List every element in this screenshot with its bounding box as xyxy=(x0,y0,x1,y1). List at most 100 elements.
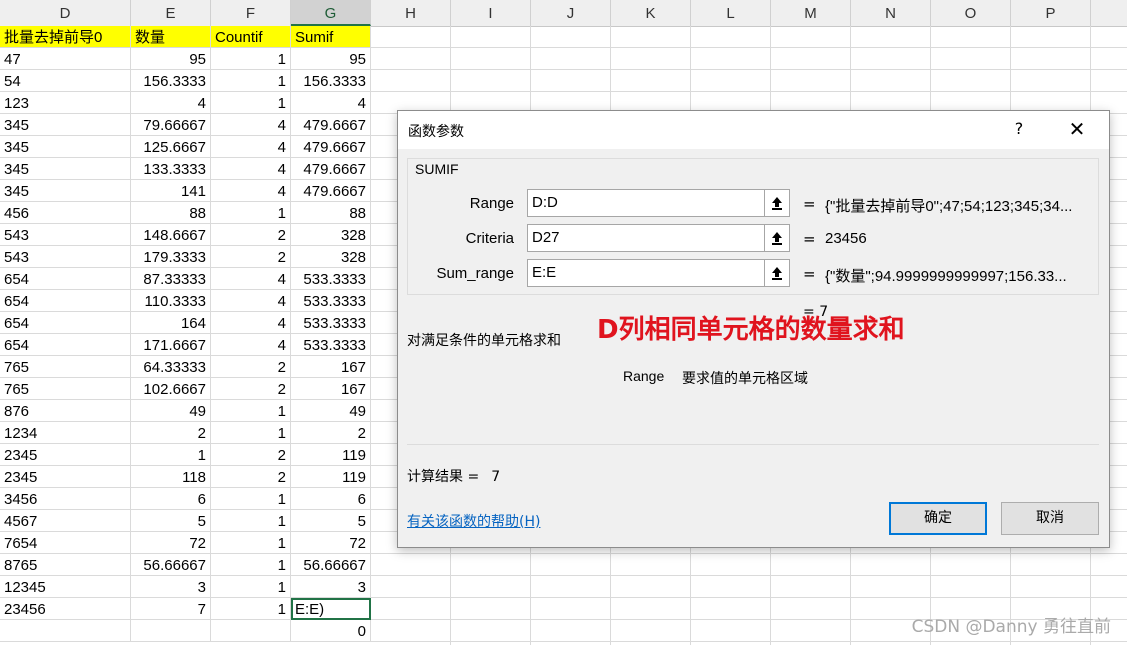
cell-g[interactable]: 3 xyxy=(291,576,371,598)
header-cell-g[interactable]: Sumif xyxy=(291,26,371,48)
cell-e[interactable]: 102.6667 xyxy=(131,378,211,400)
cell-e[interactable]: 64.33333 xyxy=(131,356,211,378)
cell-f[interactable]: 4 xyxy=(211,136,291,158)
cell-f[interactable]: 1 xyxy=(211,576,291,598)
cell-e[interactable]: 88 xyxy=(131,202,211,224)
cell-g[interactable]: 119 xyxy=(291,444,371,466)
range-input[interactable]: D:D xyxy=(527,189,765,217)
cell-e[interactable]: 141 xyxy=(131,180,211,202)
cell-e[interactable]: 95 xyxy=(131,48,211,70)
column-header-j[interactable]: J xyxy=(531,0,611,26)
cell-g[interactable]: 119 xyxy=(291,466,371,488)
cell-d[interactable]: 543 xyxy=(0,224,131,246)
cell-d[interactable]: 8765 xyxy=(0,554,131,576)
cell-d[interactable]: 876 xyxy=(0,400,131,422)
cell-e[interactable]: 79.66667 xyxy=(131,114,211,136)
cell-g[interactable]: 167 xyxy=(291,356,371,378)
cell-d[interactable]: 654 xyxy=(0,290,131,312)
cell-f[interactable]: 1 xyxy=(211,532,291,554)
header-cell-f[interactable]: Countif xyxy=(211,26,291,48)
cell-d[interactable]: 345 xyxy=(0,136,131,158)
range-collapse-button[interactable] xyxy=(765,189,790,217)
cell-e[interactable]: 1 xyxy=(131,444,211,466)
cell-d[interactable]: 456 xyxy=(0,202,131,224)
cell-e[interactable]: 49 xyxy=(131,400,211,422)
cell-e[interactable]: 6 xyxy=(131,488,211,510)
cell-g[interactable]: 533.3333 xyxy=(291,268,371,290)
cell-g[interactable]: 156.3333 xyxy=(291,70,371,92)
cell-f[interactable]: 4 xyxy=(211,312,291,334)
cell-f[interactable] xyxy=(211,620,291,642)
cell-d[interactable]: 2345 xyxy=(0,444,131,466)
cell-f[interactable]: 1 xyxy=(211,202,291,224)
cell-d[interactable]: 345 xyxy=(0,114,131,136)
cell-g[interactable]: 6 xyxy=(291,488,371,510)
column-header-d[interactable]: D xyxy=(0,0,131,26)
cell-f[interactable]: 1 xyxy=(211,400,291,422)
cell-d[interactable]: 654 xyxy=(0,268,131,290)
cell-g[interactable]: 533.3333 xyxy=(291,312,371,334)
cell-e[interactable]: 171.6667 xyxy=(131,334,211,356)
cell-f[interactable]: 1 xyxy=(211,488,291,510)
cell-g[interactable]: 72 xyxy=(291,532,371,554)
cell-f[interactable]: 2 xyxy=(211,224,291,246)
cell-f[interactable]: 2 xyxy=(211,466,291,488)
cell-d[interactable]: 345 xyxy=(0,180,131,202)
header-cell-d[interactable]: 批量去掉前导0 xyxy=(0,26,131,48)
column-header-p[interactable]: P xyxy=(1011,0,1091,26)
column-header-g[interactable]: G xyxy=(291,0,371,26)
cell-d[interactable]: 4567 xyxy=(0,510,131,532)
cell-d[interactable]: 54 xyxy=(0,70,131,92)
column-header-n[interactable]: N xyxy=(851,0,931,26)
column-header-e[interactable]: E xyxy=(131,0,211,26)
cell-f[interactable]: 4 xyxy=(211,290,291,312)
active-cell-g[interactable]: E:E) xyxy=(291,598,371,620)
cell-e[interactable]: 148.6667 xyxy=(131,224,211,246)
cell-g[interactable]: 328 xyxy=(291,224,371,246)
cell-e[interactable]: 133.3333 xyxy=(131,158,211,180)
cell-g[interactable]: 533.3333 xyxy=(291,290,371,312)
help-icon[interactable]: ? xyxy=(1009,119,1029,138)
cell-f[interactable]: 2 xyxy=(211,246,291,268)
cell-f[interactable]: 2 xyxy=(211,378,291,400)
cell-g[interactable]: 4 xyxy=(291,92,371,114)
header-cell-e[interactable]: 数量 xyxy=(131,26,211,48)
cell-f[interactable]: 1 xyxy=(211,422,291,444)
cell-d[interactable]: 765 xyxy=(0,378,131,400)
function-help-link[interactable]: 有关该函数的帮助(H) xyxy=(407,511,540,531)
cell-g[interactable]: 49 xyxy=(291,400,371,422)
cell-e[interactable]: 110.3333 xyxy=(131,290,211,312)
cell-d[interactable] xyxy=(0,620,131,642)
cell-d[interactable]: 2345 xyxy=(0,466,131,488)
cell-d[interactable]: 345 xyxy=(0,158,131,180)
cell-d[interactable]: 47 xyxy=(0,48,131,70)
cell-g[interactable]: 328 xyxy=(291,246,371,268)
column-header-o[interactable]: O xyxy=(931,0,1011,26)
cell-e[interactable]: 5 xyxy=(131,510,211,532)
cell-f[interactable]: 4 xyxy=(211,180,291,202)
column-header-l[interactable]: L xyxy=(691,0,771,26)
cell-e[interactable]: 7 xyxy=(131,598,211,620)
cell-d[interactable]: 1234 xyxy=(0,422,131,444)
cell-d[interactable]: 12345 xyxy=(0,576,131,598)
cell-f[interactable]: 1 xyxy=(211,48,291,70)
cell-f[interactable]: 4 xyxy=(211,114,291,136)
cell-e[interactable]: 87.33333 xyxy=(131,268,211,290)
cell-e[interactable]: 4 xyxy=(131,92,211,114)
cell-e[interactable]: 125.6667 xyxy=(131,136,211,158)
cell-d[interactable]: 3456 xyxy=(0,488,131,510)
cell-e[interactable]: 56.66667 xyxy=(131,554,211,576)
cell-d[interactable]: 654 xyxy=(0,334,131,356)
cell-g[interactable]: 5 xyxy=(291,510,371,532)
cell-e[interactable]: 3 xyxy=(131,576,211,598)
cell-e[interactable]: 72 xyxy=(131,532,211,554)
cell-g[interactable]: 479.6667 xyxy=(291,114,371,136)
cell-f[interactable]: 1 xyxy=(211,554,291,576)
cell-f[interactable]: 4 xyxy=(211,158,291,180)
cell-g[interactable]: 95 xyxy=(291,48,371,70)
cell-g[interactable]: 533.3333 xyxy=(291,334,371,356)
cell-e[interactable]: 156.3333 xyxy=(131,70,211,92)
cell-g[interactable]: 479.6667 xyxy=(291,136,371,158)
criteria-collapse-button[interactable] xyxy=(765,224,790,252)
cell-e[interactable] xyxy=(131,620,211,642)
